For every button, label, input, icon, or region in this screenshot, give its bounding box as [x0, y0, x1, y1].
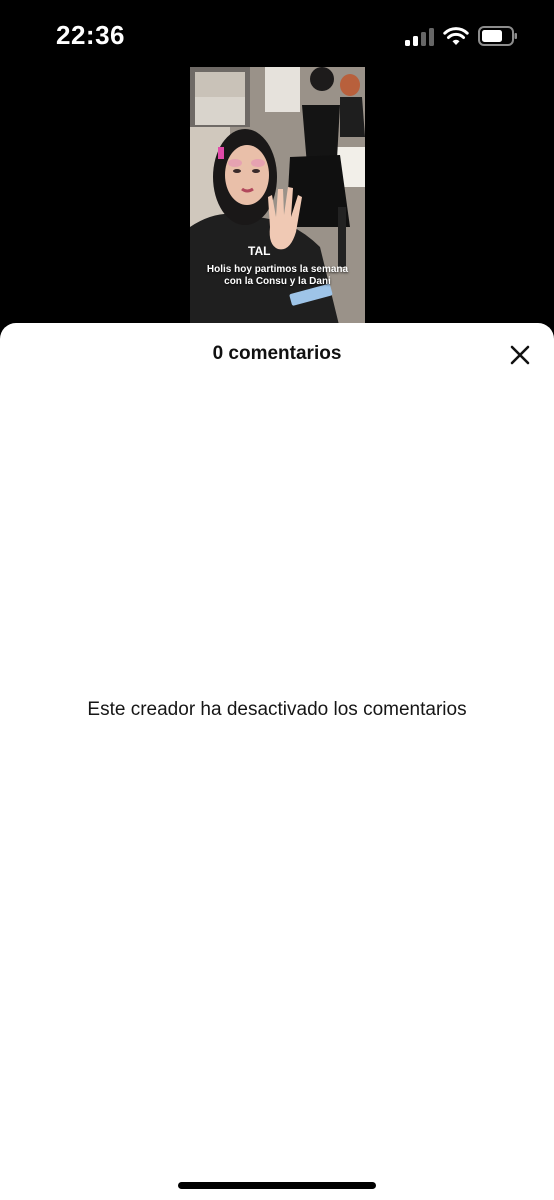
comments-disabled-message: Este creador ha desactivado los comentar…	[87, 699, 467, 720]
battery-icon	[478, 26, 517, 46]
comments-sheet: 0 comentarios Este creador ha desactivad…	[0, 323, 554, 1200]
comments-count-title: 0 comentarios	[212, 343, 342, 364]
video-thumbnail[interactable]: TAL Holis hoy partimos la semana con la …	[190, 67, 365, 329]
video-caption: Holis hoy partimos la semana con la Cons…	[190, 264, 365, 288]
wifi-icon	[443, 27, 469, 45]
svg-text:TAL: TAL	[248, 244, 270, 258]
video-caption-line: Holis hoy partimos la semana	[206, 264, 349, 275]
status-time: 22:36	[56, 20, 125, 50]
status-bar: 22:36	[0, 0, 554, 70]
home-indicator[interactable]	[178, 1182, 376, 1189]
video-frame-image: TAL	[190, 67, 365, 329]
close-icon	[510, 345, 530, 365]
video-caption-line: con la Consu y la Dani	[224, 276, 331, 287]
screen: 22:36 TAL Holis hoy partimos la semana c…	[0, 0, 554, 1200]
close-button[interactable]	[504, 339, 536, 371]
signal-icon	[405, 28, 435, 46]
